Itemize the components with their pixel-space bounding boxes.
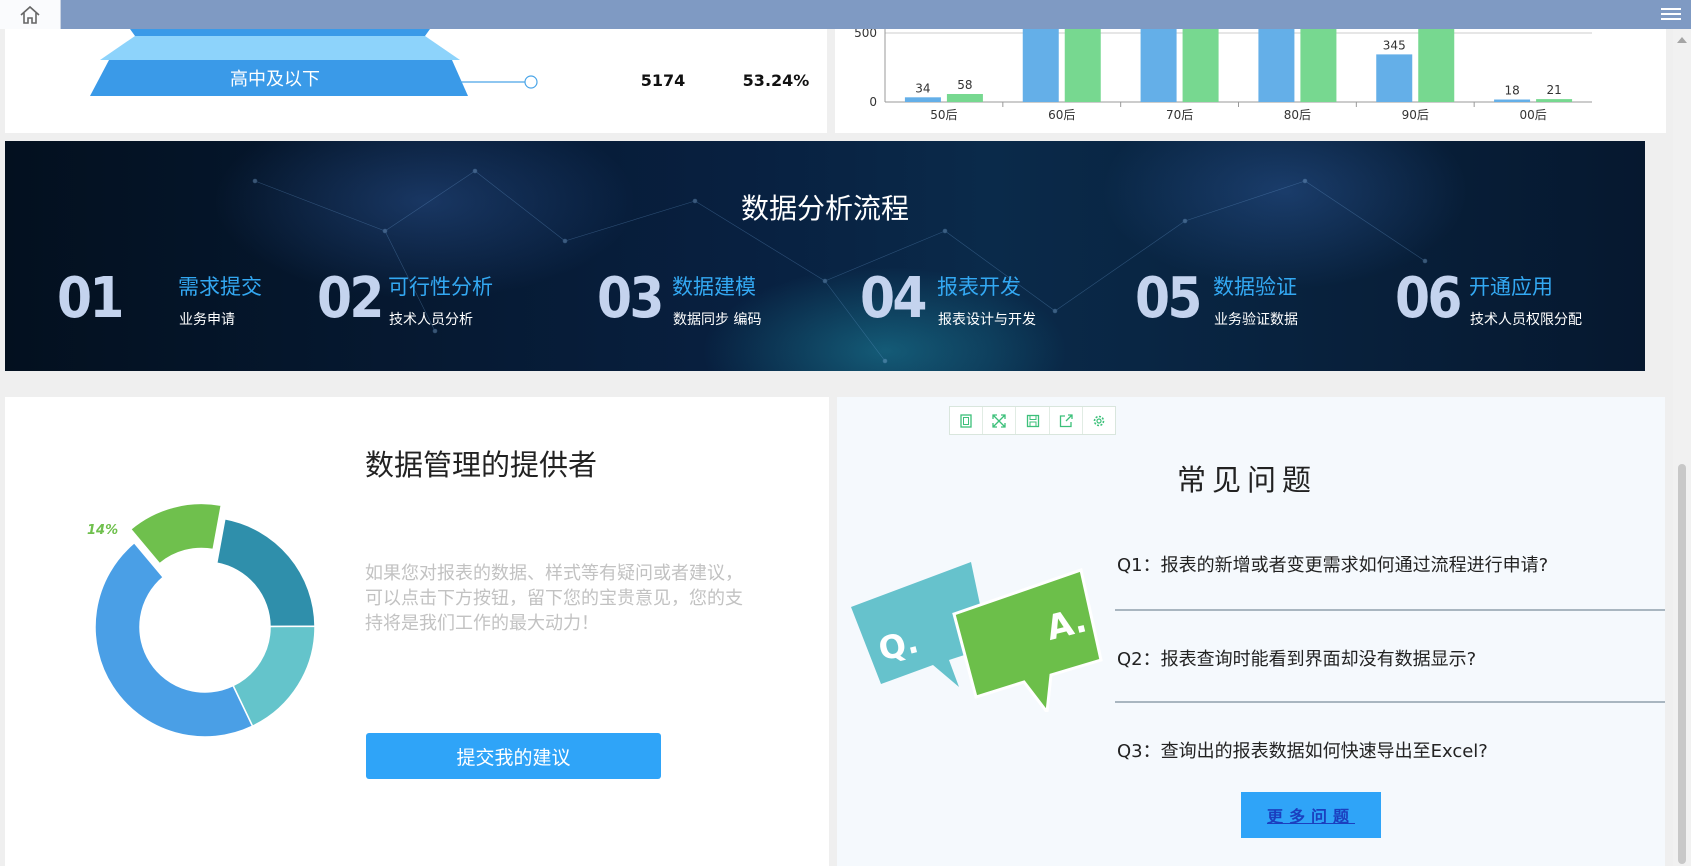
network-background: [252, 168, 1428, 364]
step-subtitle: 技术人员权限分配: [1470, 312, 1582, 328]
bar-value-label: 34: [915, 81, 930, 95]
process-title: 数据分析流程: [740, 192, 909, 225]
fit-button[interactable]: [950, 407, 984, 434]
bar-series-b: [946, 93, 983, 102]
save-icon: [1026, 414, 1039, 427]
bar-series-a: [1494, 99, 1531, 102]
y-tick-500: 500: [854, 29, 877, 40]
faq-question-2[interactable]: Q2：报表查询时能看到界面却没有数据显示?: [1117, 645, 1476, 671]
fit-icon: [960, 413, 972, 428]
education-count: 5174: [641, 71, 686, 90]
provider-panel: 14% 数据管理的提供者 如果您对报表的数据、样式等有疑问或者建议，可以点击下方…: [5, 397, 829, 866]
step-number: 01: [57, 266, 124, 331]
education-percent: 53.24%: [743, 71, 810, 90]
bar-series-b: [1300, 29, 1337, 102]
funnel-leader-dot: [524, 75, 538, 89]
funnel-upper-segment: [130, 29, 430, 36]
bar-value-label: 58: [957, 78, 972, 92]
widget-toolbar: [949, 406, 1116, 435]
settings-icon: [1093, 415, 1105, 426]
export-icon: [1059, 413, 1073, 427]
bar-series-a: [1376, 54, 1413, 102]
fullscreen-icon: [992, 413, 1006, 428]
bar-value-label: 21: [1546, 83, 1561, 97]
step-number: 06: [1395, 266, 1462, 331]
step-title: 报表开发: [937, 275, 1021, 299]
step-subtitle: 报表设计与开发: [938, 312, 1036, 328]
age-bar-chart: 0 500 50后34 58 60后 70后 80后 90后 345 00后18 21: [854, 29, 1592, 122]
step-title: 需求提交: [178, 275, 262, 299]
bar-series-a: [1140, 29, 1177, 102]
settings-button[interactable]: [1083, 407, 1115, 434]
step-title: 开通应用: [1469, 275, 1553, 299]
step-subtitle: 业务申请: [179, 312, 235, 328]
funnel-label: 高中及以下: [230, 69, 320, 90]
faq-divider: [1115, 701, 1665, 703]
qa-illustration: Q. A.: [851, 562, 1103, 712]
scroll-up-icon[interactable]: [1677, 37, 1687, 43]
step-title: 数据验证: [1213, 275, 1297, 299]
provider-description: 如果您对报表的数据、样式等有疑问或者建议，可以点击下方按钮，留下您的宝贵意见，您…: [365, 563, 743, 634]
bar-value-label: 345: [1383, 38, 1406, 52]
step-title: 可行性分析: [388, 275, 493, 299]
funnel-connector: [100, 36, 460, 60]
bar-series-a: [1258, 29, 1295, 102]
step-subtitle: 业务验证数据: [1214, 312, 1298, 328]
submit-suggestion-button[interactable]: 提交我的建议: [366, 733, 661, 779]
faq-question-1[interactable]: Q1：报表的新增或者变更需求如何通过流程进行申请?: [1117, 551, 1548, 577]
bar-series-b: [1182, 29, 1219, 102]
step-subtitle: 技术人员分析: [389, 312, 473, 328]
bar-series-b: [1536, 99, 1573, 102]
donut-label-text: 14%: [87, 523, 118, 538]
faq-divider: [1115, 609, 1665, 611]
y-tick-0: 0: [869, 95, 877, 109]
export-button[interactable]: [1050, 407, 1083, 434]
x-tick-label: 80后: [1284, 108, 1311, 122]
step-number: 04: [860, 266, 927, 331]
step-number: 02: [317, 266, 384, 331]
faq-title: 常见问题: [1177, 463, 1318, 497]
x-tick-label: 00后: [1519, 108, 1546, 122]
x-tick-label: 50后: [930, 108, 957, 122]
menu-icon[interactable]: [1661, 5, 1681, 23]
save-button[interactable]: [1016, 407, 1050, 434]
x-tick-label: 90后: [1402, 108, 1429, 122]
step-title: 数据建模: [672, 275, 756, 299]
provider-title: 数据管理的提供者: [365, 448, 598, 482]
donut-percent-label: 14%: [87, 523, 118, 538]
fullscreen-button[interactable]: [983, 407, 1017, 434]
more-questions-button[interactable]: 更多问题: [1241, 792, 1381, 838]
donut-slice-blue: [94, 541, 254, 738]
education-panel: 高中及以下 5174 53.24%: [5, 29, 827, 133]
x-tick-label: 70后: [1166, 108, 1193, 122]
faq-panel: 常见问题 Q. A. Q1：报表的新增或者变更需求如何通过流程进行申请? Q2：…: [837, 397, 1665, 866]
home-icon: [20, 5, 40, 24]
bar-series-b: [1064, 29, 1101, 102]
bar-series-a: [904, 97, 941, 102]
home-tab[interactable]: [0, 0, 61, 29]
vertical-scrollbar[interactable]: [1673, 29, 1691, 866]
donut-slice-teal: [215, 517, 316, 628]
scrollbar-thumb[interactable]: [1678, 464, 1686, 864]
step-number: 03: [597, 266, 664, 331]
more-questions-label: 更多问题: [1266, 807, 1355, 826]
bar-value-label: 18: [1504, 84, 1519, 98]
bar-series-b: [1418, 29, 1455, 102]
top-bar: [0, 0, 1691, 29]
age-chart-panel: 0 500 50后 34 58 60后 70后 80后 90后 345 00后 18 21: [835, 29, 1666, 133]
step-number: 05: [1135, 266, 1202, 331]
bar-series-a: [1022, 29, 1059, 102]
x-tick-label: 60后: [1048, 108, 1075, 122]
process-banner: 数据分析流程 01 需求提交 业务申请 02 可行性分析 技术人员分析 03 数…: [5, 141, 1645, 371]
step-subtitle: 数据同步 编码: [673, 312, 762, 328]
faq-question-3[interactable]: Q3：查询出的报表数据如何快速导出至Excel?: [1117, 737, 1488, 763]
